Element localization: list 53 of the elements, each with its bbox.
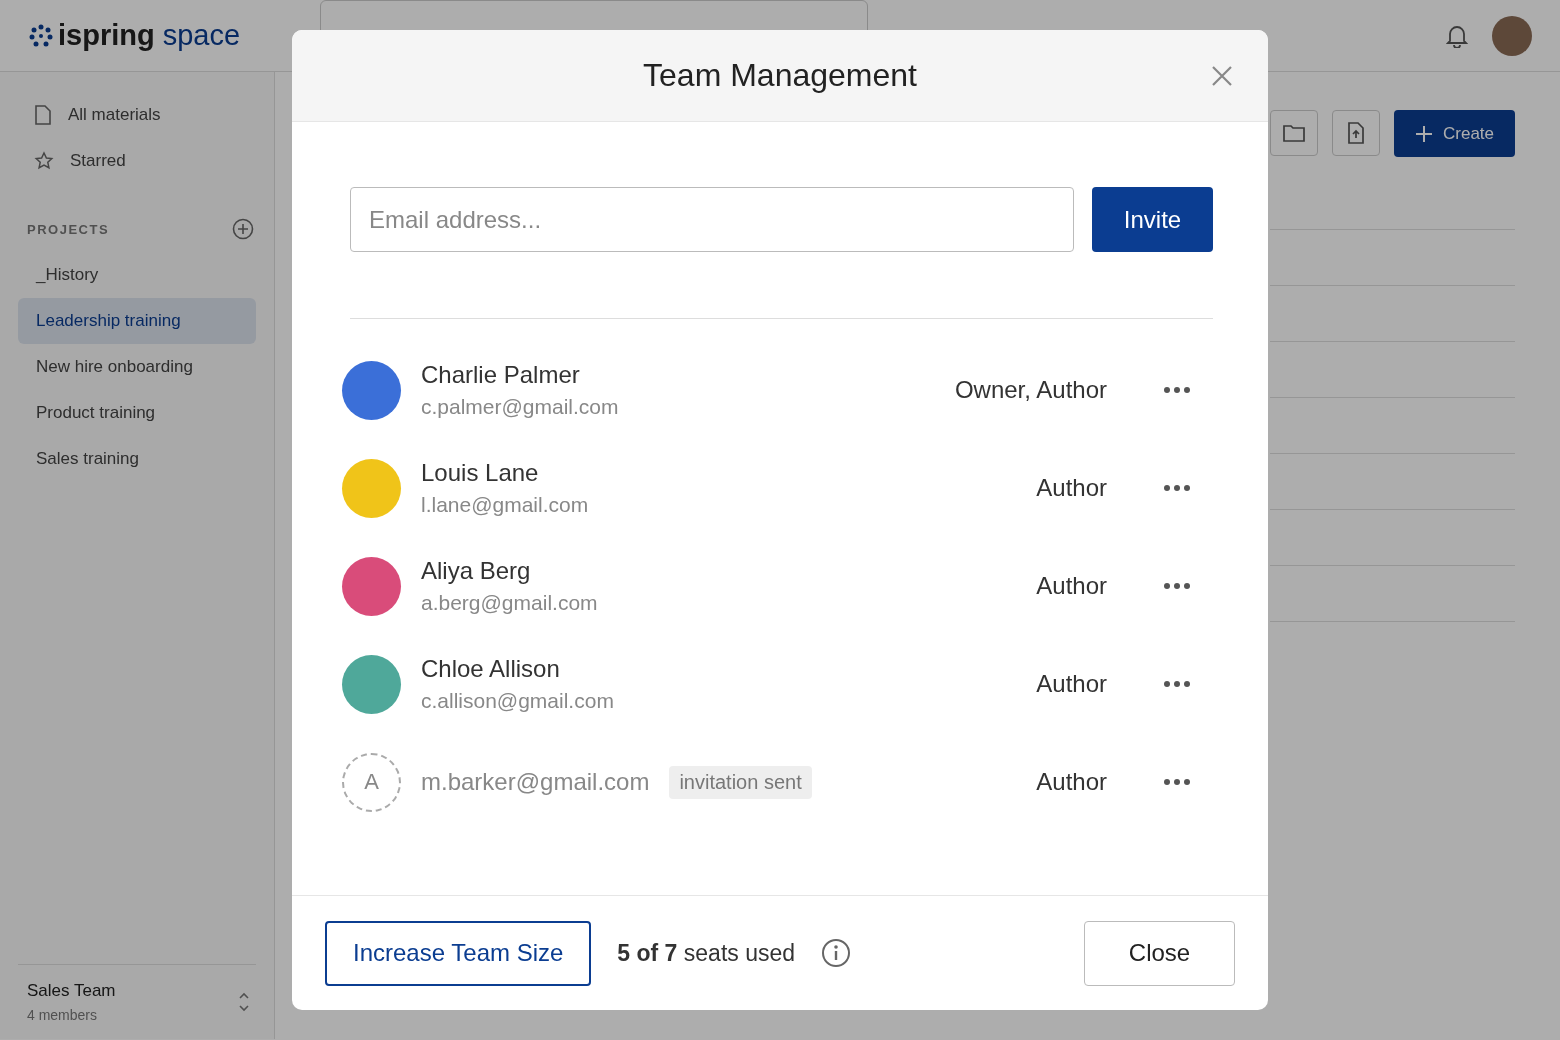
member-role: Author: [1036, 474, 1107, 502]
more-icon[interactable]: [1163, 778, 1191, 786]
increase-team-size-button[interactable]: Increase Team Size: [325, 920, 592, 986]
member-email: m.barker@gmail.com: [421, 768, 650, 796]
member-email: c.allison@gmail.com: [421, 689, 615, 713]
upload-button[interactable]: [1332, 110, 1380, 156]
avatar[interactable]: [1492, 15, 1532, 56]
close-button[interactable]: Close: [1084, 920, 1235, 986]
member-role: Owner, Author: [954, 376, 1107, 404]
project-item[interactable]: _History: [18, 252, 256, 298]
member-role: Author: [1036, 670, 1107, 698]
avatar-initial: A: [364, 769, 379, 795]
more-icon[interactable]: [1163, 680, 1191, 688]
bell-icon[interactable]: [1446, 23, 1468, 48]
plus-icon: [1415, 124, 1433, 143]
close-icon[interactable]: [1211, 65, 1233, 87]
project-item[interactable]: Product training: [18, 390, 256, 436]
info-icon[interactable]: [821, 938, 852, 968]
project-item[interactable]: Leadership training: [18, 298, 256, 344]
project-item[interactable]: New hire onboarding: [18, 344, 256, 390]
create-button[interactable]: Create: [1394, 110, 1515, 157]
status-badge: invitation sent: [669, 765, 812, 799]
member-email: l.lane@gmail.com: [421, 493, 590, 517]
email-field[interactable]: Email address...: [350, 187, 1074, 252]
add-icon[interactable]: [232, 218, 254, 240]
member-name: Chloe Allison: [421, 655, 561, 683]
seats-used-text: 5 of 7 seats used: [617, 939, 796, 967]
folder-icon: [1283, 124, 1305, 142]
logo-icon: [28, 22, 54, 49]
section-heading: PROJECTS: [27, 221, 110, 237]
more-icon[interactable]: [1163, 582, 1191, 590]
member-email: c.palmer@gmail.com: [421, 395, 620, 419]
team-name: Sales Team: [27, 981, 116, 1001]
member-role: Author: [1036, 768, 1107, 796]
sidebar-item[interactable]: Starred: [18, 140, 256, 182]
member-role: Author: [1036, 572, 1107, 600]
file-upload-icon: [1347, 122, 1365, 144]
dialog-title: Team Management: [643, 57, 917, 94]
member-count: 4 members: [27, 1007, 99, 1023]
sidebar-item[interactable]: All materials: [18, 94, 256, 136]
member-email: a.berg@gmail.com: [421, 591, 599, 615]
member-name: Louis Lane: [421, 459, 540, 487]
logo-text: ispring space: [58, 19, 241, 52]
more-icon[interactable]: [1163, 386, 1191, 394]
project-item[interactable]: Sales training: [18, 436, 256, 482]
folder-button[interactable]: [1270, 110, 1318, 156]
member-name: Charlie Palmer: [421, 361, 581, 389]
chevron-updown-icon[interactable]: [238, 991, 250, 1013]
file-icon: [34, 105, 52, 125]
member-name: Aliya Berg: [421, 557, 532, 585]
more-icon[interactable]: [1163, 484, 1191, 492]
invite-button[interactable]: Invite: [1092, 187, 1213, 252]
star-icon: [34, 151, 54, 171]
